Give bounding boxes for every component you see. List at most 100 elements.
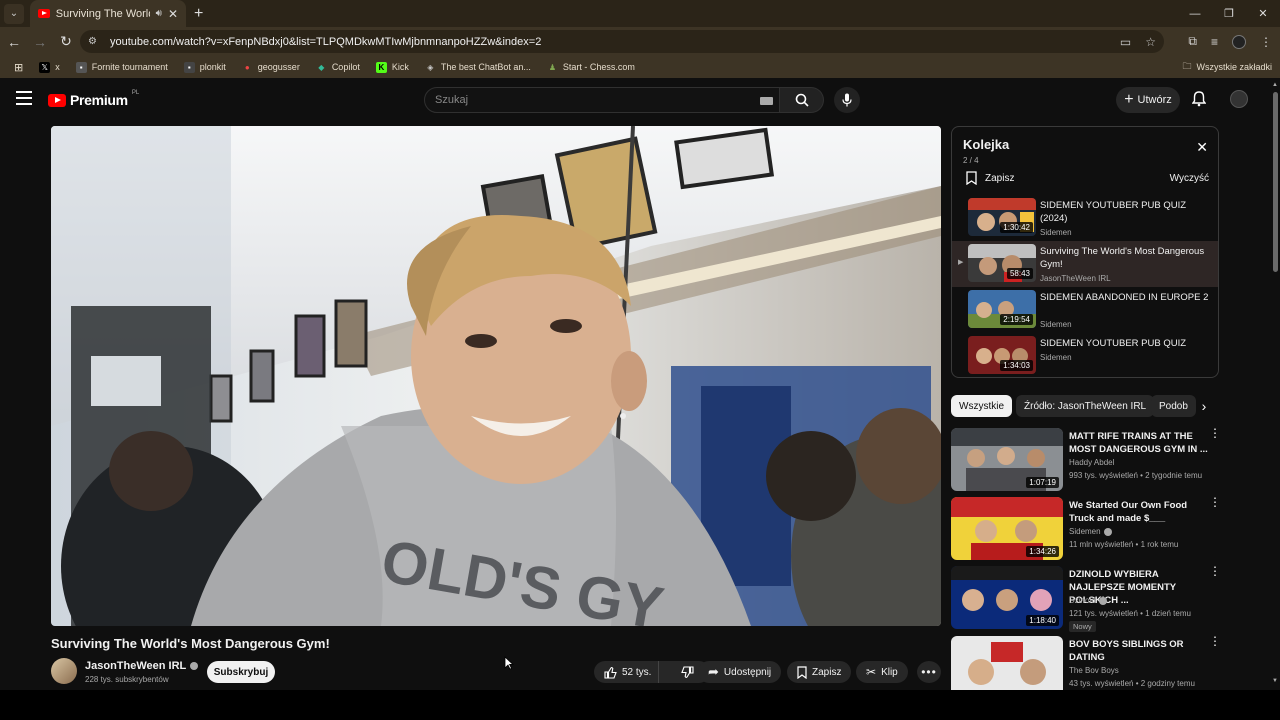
channel-name[interactable]: Sidemen	[1069, 527, 1112, 536]
search-input[interactable]: Szukaj	[424, 87, 780, 113]
voice-search-button[interactable]	[834, 87, 860, 113]
site-info-icon[interactable]: ⚙	[88, 35, 102, 49]
account-avatar[interactable]	[1230, 90, 1248, 108]
queue-item[interactable]: 1:30:42 SIDEMEN YOUTUBER PUB QUIZ (2024)…	[952, 195, 1218, 241]
bookmark-kick[interactable]: K Kick	[370, 61, 415, 73]
queue-thumbnail: 1:34:03	[968, 336, 1036, 374]
like-button[interactable]: 52 tys.	[594, 661, 660, 683]
video-meta: 121 tys. wyświetleń • 1 dzień temu	[1069, 609, 1191, 618]
duration: 2:19:54	[1000, 314, 1033, 325]
youtube-header: Premium PL Szukaj + Utwórz	[0, 80, 1270, 120]
share-button[interactable]: ➦ Udostępnij	[698, 661, 782, 683]
all-bookmarks[interactable]: 🗀︎ Wszystkie zakładki	[1182, 59, 1272, 75]
menu-hamburger-icon[interactable]	[16, 91, 32, 105]
channel-row: JasonTheWeen IRL 228 tys. subskrybentów …	[51, 658, 941, 688]
url-text[interactable]: youtube.com/watch?v=xFenpNBdxj0&list=TLP…	[110, 36, 541, 48]
video-title: MATT RIFE TRAINS AT THE MOST DANGEROUS G…	[1069, 431, 1208, 455]
chip-similar[interactable]: Podob	[1151, 395, 1196, 417]
queue-item-title: SIDEMEN YOUTUBER PUB QUIZ (2024)	[1040, 200, 1187, 224]
address-bar[interactable]: ⚙ youtube.com/watch?v=xFenpNBdxj0&list=T…	[80, 30, 1164, 53]
verified-check-icon	[190, 662, 199, 670]
keyboard-icon[interactable]	[760, 97, 773, 105]
channel-name[interactable]: The Bov Boys	[1069, 666, 1119, 675]
apps-grid-icon[interactable]: ⊞	[8, 61, 29, 74]
chip-all[interactable]: Wszystkie	[951, 395, 1012, 417]
mouse-cursor-icon	[504, 656, 514, 670]
subscribe-button[interactable]: Subskrybuj	[207, 661, 275, 683]
search-button[interactable]	[780, 87, 824, 113]
speaker-icon[interactable]: 🔊︎	[156, 8, 162, 19]
queue-item[interactable]: 2:19:54 SIDEMEN ABANDONED IN EUROPE 2 Si…	[952, 287, 1218, 333]
tab-close-icon[interactable]: ✕	[168, 7, 178, 21]
queue-item[interactable]: 1:34:03 SIDEMEN YOUTUBER PUB QUIZ Sideme…	[952, 333, 1218, 377]
bookmark-label: plonkit	[199, 62, 226, 72]
tab-search-menu-icon[interactable]: ⌄	[4, 3, 24, 24]
bookmark-geogusser[interactable]: ● geogusser	[236, 62, 306, 73]
kick-icon: K	[375, 61, 387, 73]
duration: 1:30:42	[1000, 222, 1033, 233]
recommended-video[interactable]: BOV BOYS SIBLINGS OR DATING The Bov Boys…	[951, 636, 1221, 690]
channel-avatar[interactable]	[51, 658, 77, 684]
like-dislike-group: 52 tys.	[594, 661, 710, 683]
logo-text: Premium	[70, 92, 128, 108]
restore-icon[interactable]: ❐	[1212, 0, 1246, 27]
omnibox-icons: ▭ ☆	[1120, 35, 1156, 49]
window-close-icon[interactable]: ✕	[1246, 0, 1280, 27]
queue-close-icon[interactable]: ✕	[1196, 139, 1208, 156]
recommended-video[interactable]: 1:34:26 We Started Our Own Food Truck an…	[951, 496, 1221, 561]
browser-tab-active[interactable]: Surviving The World's Most 🔊︎ ✕	[30, 0, 186, 27]
page-scrollbar[interactable]: ▲ ▼	[1270, 80, 1280, 690]
bookmark-chess[interactable]: ♟ Start - Chess.com	[541, 62, 641, 73]
video-player[interactable]: OLD'S GY	[51, 126, 941, 626]
channel-name-link[interactable]: JasonTheWeen IRL	[85, 660, 199, 672]
channel-name[interactable]: Haddy Abdel	[1069, 458, 1114, 467]
save-button[interactable]: Zapisz	[787, 661, 852, 683]
bookmark-star-icon[interactable]: ☆	[1145, 35, 1156, 49]
youtube-logo-icon	[48, 93, 66, 107]
scroll-down-arrow-icon[interactable]: ▼	[1272, 678, 1278, 684]
cast-icon[interactable]: ▭	[1120, 35, 1131, 49]
recommended-video[interactable]: 1:07:19 MATT RIFE TRAINS AT THE MOST DAN…	[951, 427, 1221, 492]
scroll-up-arrow-icon[interactable]: ▲	[1272, 82, 1278, 88]
forward-icon[interactable]: →	[28, 30, 52, 54]
queue-item-channel: Sidemen	[1040, 228, 1072, 237]
bookmark-icon	[966, 171, 977, 185]
create-label: Utwórz	[1137, 94, 1172, 106]
chevron-right-icon[interactable]: ›	[1194, 396, 1214, 416]
chip-source[interactable]: Źródło: JasonTheWeen IRL	[1016, 395, 1155, 417]
more-vertical-icon[interactable]: ⋮	[1209, 496, 1221, 508]
bookmarks-bar: ⊞ 𝕏x ▪ Fornite tournament ▪ plonkit ● geogu…	[0, 56, 1280, 78]
profile-icon[interactable]	[1232, 34, 1246, 49]
browser-menu-icon[interactable]: ⋮	[1260, 35, 1272, 49]
more-vertical-icon[interactable]: ⋮	[1209, 427, 1221, 439]
media-control-icon[interactable]: ≡	[1211, 35, 1218, 49]
back-icon[interactable]: ←	[2, 30, 26, 54]
create-button[interactable]: + Utwórz	[1116, 87, 1180, 113]
queue-clear-button[interactable]: Wyczyść	[1170, 173, 1209, 184]
recommended-video[interactable]: 1:18:40 DZINOLD WYBIERA NAJLEPSZE MOMENT…	[951, 565, 1221, 632]
bookmark-plonkit[interactable]: ▪ plonkit	[178, 61, 232, 73]
clip-button[interactable]: ✂ Klip	[856, 661, 908, 683]
queue-item-title: SIDEMEN YOUTUBER PUB QUIZ	[1040, 338, 1187, 349]
channel-name[interactable]: Dzinold	[1069, 596, 1107, 605]
more-vertical-icon[interactable]: ⋮	[1209, 636, 1221, 647]
extensions-icon[interactable]: ⧉	[1188, 34, 1197, 49]
verified-check-icon	[1103, 527, 1112, 536]
queue-item-active[interactable]: ▶ 58:43 Surviving The World's Most Dange…	[952, 241, 1218, 287]
reload-icon[interactable]: ↻	[54, 30, 78, 54]
microphone-icon	[842, 93, 852, 107]
scroll-thumb[interactable]	[1273, 92, 1278, 272]
new-tab-icon[interactable]: +	[194, 5, 203, 23]
youtube-premium-logo[interactable]: Premium PL	[48, 90, 139, 108]
more-vertical-icon[interactable]: ⋮	[1209, 565, 1221, 577]
bookmark-label: geogusser	[257, 62, 300, 72]
bookmark-chatbot[interactable]: ◈ The best ChatBot an...	[419, 62, 537, 73]
minimize-icon[interactable]: —	[1178, 0, 1212, 27]
notifications-bell-icon[interactable]	[1191, 91, 1207, 110]
queue-save-button[interactable]: Zapisz	[966, 171, 1014, 185]
bookmark-x[interactable]: 𝕏x	[33, 61, 66, 73]
more-actions-button[interactable]: •••	[917, 661, 941, 683]
like-count: 52 tys.	[622, 666, 652, 678]
bookmark-copilot[interactable]: ◆ Copilot	[310, 62, 366, 73]
bookmark-fornite[interactable]: ▪ Fornite tournament	[70, 61, 174, 73]
